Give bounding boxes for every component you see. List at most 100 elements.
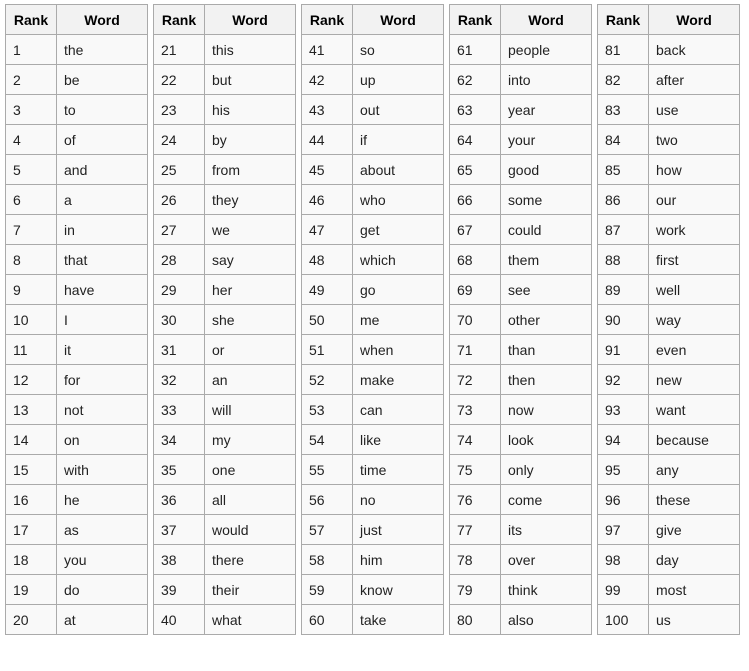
table-row: 59 know	[301, 574, 444, 605]
word-cell: get	[352, 214, 444, 245]
word-cell: work	[648, 214, 740, 245]
table-row: 67 could	[449, 214, 592, 245]
table-row: 48 which	[301, 244, 444, 275]
rank-cell: 79	[449, 574, 501, 605]
word-cell: one	[204, 454, 296, 485]
rank-cell: 17	[5, 514, 57, 545]
word-cell: up	[352, 64, 444, 95]
word-cell: be	[56, 64, 148, 95]
word-cell: this	[204, 34, 296, 65]
word-cell: back	[648, 34, 740, 65]
rank-cell: 81	[597, 34, 649, 65]
rank-cell: 47	[301, 214, 353, 245]
rank-cell: 54	[301, 424, 353, 455]
word-column-header: Word	[56, 4, 148, 35]
rank-column-header: Rank	[5, 4, 57, 35]
word-cell: his	[204, 94, 296, 125]
rank-cell: 8	[5, 244, 57, 275]
table-row: 54 like	[301, 424, 444, 455]
rank-column-header: Rank	[301, 4, 353, 35]
rank-cell: 31	[153, 334, 205, 365]
word-cell: like	[352, 424, 444, 455]
table-row: 76 come	[449, 484, 592, 515]
word-cell: but	[204, 64, 296, 95]
word-cell: their	[204, 574, 296, 605]
word-cell: other	[500, 304, 592, 335]
table-row: 62 into	[449, 64, 592, 95]
table-row: 52 make	[301, 364, 444, 395]
rank-cell: 38	[153, 544, 205, 575]
rank-cell: 96	[597, 484, 649, 515]
word-cell: people	[500, 34, 592, 65]
word-table-2: Rank Word 21 this 22 but 23 his 24 by 25 from 26 they…	[153, 4, 296, 635]
table-row: 22 but	[153, 64, 296, 95]
word-cell: make	[352, 364, 444, 395]
word-cell: out	[352, 94, 444, 125]
word-cell: even	[648, 334, 740, 365]
rank-cell: 2	[5, 64, 57, 95]
table-row: 33 will	[153, 394, 296, 425]
header-row: Rank Word	[597, 4, 740, 35]
word-cell: she	[204, 304, 296, 335]
rank-column-header: Rank	[597, 4, 649, 35]
rank-cell: 11	[5, 334, 57, 365]
rank-cell: 51	[301, 334, 353, 365]
rank-cell: 23	[153, 94, 205, 125]
header-row: Rank Word	[5, 4, 148, 35]
rank-cell: 27	[153, 214, 205, 245]
table-row: 36 all	[153, 484, 296, 515]
word-cell: that	[56, 244, 148, 275]
word-cell: into	[500, 64, 592, 95]
rank-cell: 78	[449, 544, 501, 575]
table-row: 47 get	[301, 214, 444, 245]
word-column-header: Word	[500, 4, 592, 35]
word-cell: in	[56, 214, 148, 245]
rank-cell: 33	[153, 394, 205, 425]
word-cell: with	[56, 454, 148, 485]
table-row: 53 can	[301, 394, 444, 425]
rank-cell: 36	[153, 484, 205, 515]
word-cell: see	[500, 274, 592, 305]
rank-cell: 65	[449, 154, 501, 185]
rank-cell: 80	[449, 604, 501, 635]
table-row: 66 some	[449, 184, 592, 215]
table-row: 68 them	[449, 244, 592, 275]
rank-cell: 94	[597, 424, 649, 455]
rank-cell: 14	[5, 424, 57, 455]
word-cell: from	[204, 154, 296, 185]
rank-cell: 12	[5, 364, 57, 395]
table-row: 6a	[5, 184, 148, 215]
table-row: 77 its	[449, 514, 592, 545]
word-cell: day	[648, 544, 740, 575]
table-row: 51 when	[301, 334, 444, 365]
word-cell: two	[648, 124, 740, 155]
rank-cell: 50	[301, 304, 353, 335]
word-cell: the	[56, 34, 148, 65]
rank-cell: 39	[153, 574, 205, 605]
word-cell: me	[352, 304, 444, 335]
table-row: 63 year	[449, 94, 592, 125]
rank-cell: 70	[449, 304, 501, 335]
word-cell: our	[648, 184, 740, 215]
word-cell: want	[648, 394, 740, 425]
rank-cell: 100	[597, 604, 649, 635]
word-frequency-tables: Rank Word 1 the 2 be 3 to 4 of 5 and 6 a 7 in 8 that 9 have…	[5, 4, 740, 635]
word-cell: could	[500, 214, 592, 245]
word-cell: any	[648, 454, 740, 485]
rank-cell: 85	[597, 154, 649, 185]
rank-cell: 61	[449, 34, 501, 65]
rank-cell: 9	[5, 274, 57, 305]
table-row: 85 how	[597, 154, 740, 185]
rank-column-header: Rank	[153, 4, 205, 35]
rank-cell: 1	[5, 34, 57, 65]
rank-cell: 28	[153, 244, 205, 275]
rank-cell: 35	[153, 454, 205, 485]
table-row: 41 so	[301, 34, 444, 65]
word-cell: by	[204, 124, 296, 155]
word-cell: most	[648, 574, 740, 605]
word-cell: can	[352, 394, 444, 425]
rank-cell: 26	[153, 184, 205, 215]
table-row: 5 and	[5, 154, 148, 185]
rank-cell: 53	[301, 394, 353, 425]
rank-cell: 30	[153, 304, 205, 335]
